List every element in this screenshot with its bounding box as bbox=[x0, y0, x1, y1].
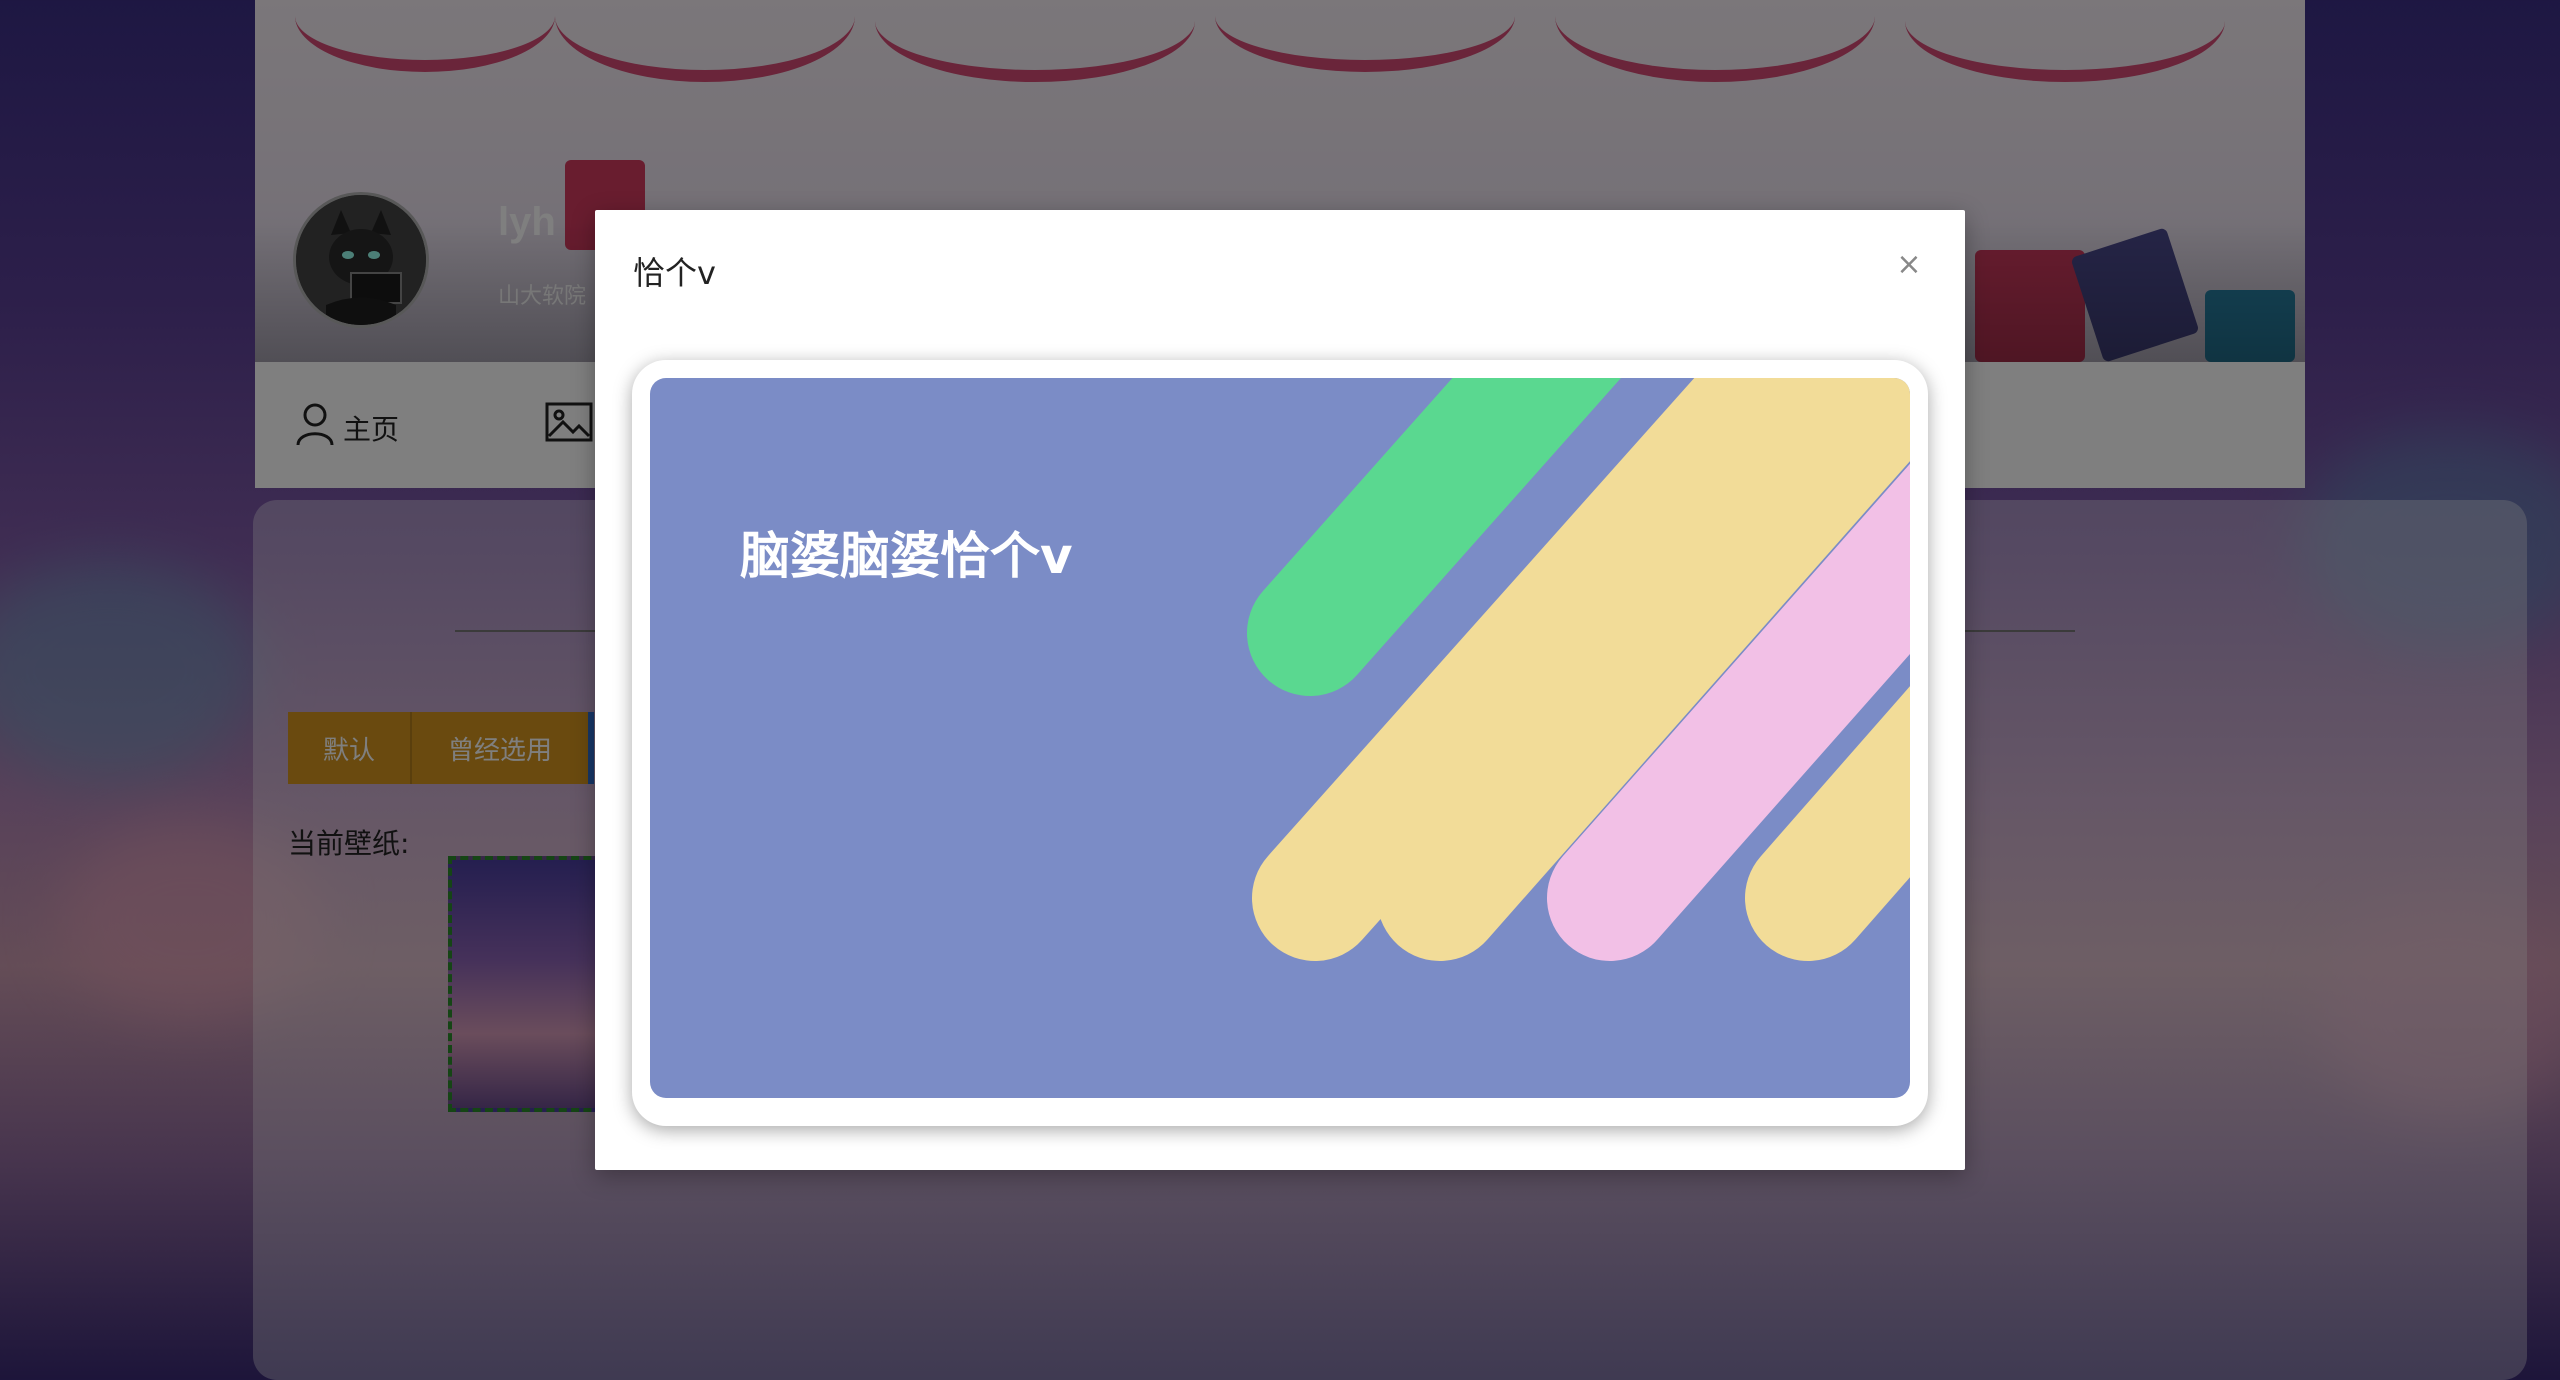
card-caption: 脑婆脑婆恰个v bbox=[740, 527, 1073, 585]
close-icon: × bbox=[1896, 246, 1922, 282]
preview-card: 脑婆脑婆恰个v bbox=[650, 378, 1910, 1098]
card-stripes bbox=[1247, 378, 1910, 961]
preview-modal: 恰个v × 脑婆脑婆恰个v bbox=[595, 210, 1965, 1170]
preview-card-frame: 脑婆脑婆恰个v bbox=[632, 360, 1928, 1126]
close-button[interactable]: × bbox=[1889, 244, 1929, 284]
modal-title: 恰个v bbox=[633, 254, 716, 292]
